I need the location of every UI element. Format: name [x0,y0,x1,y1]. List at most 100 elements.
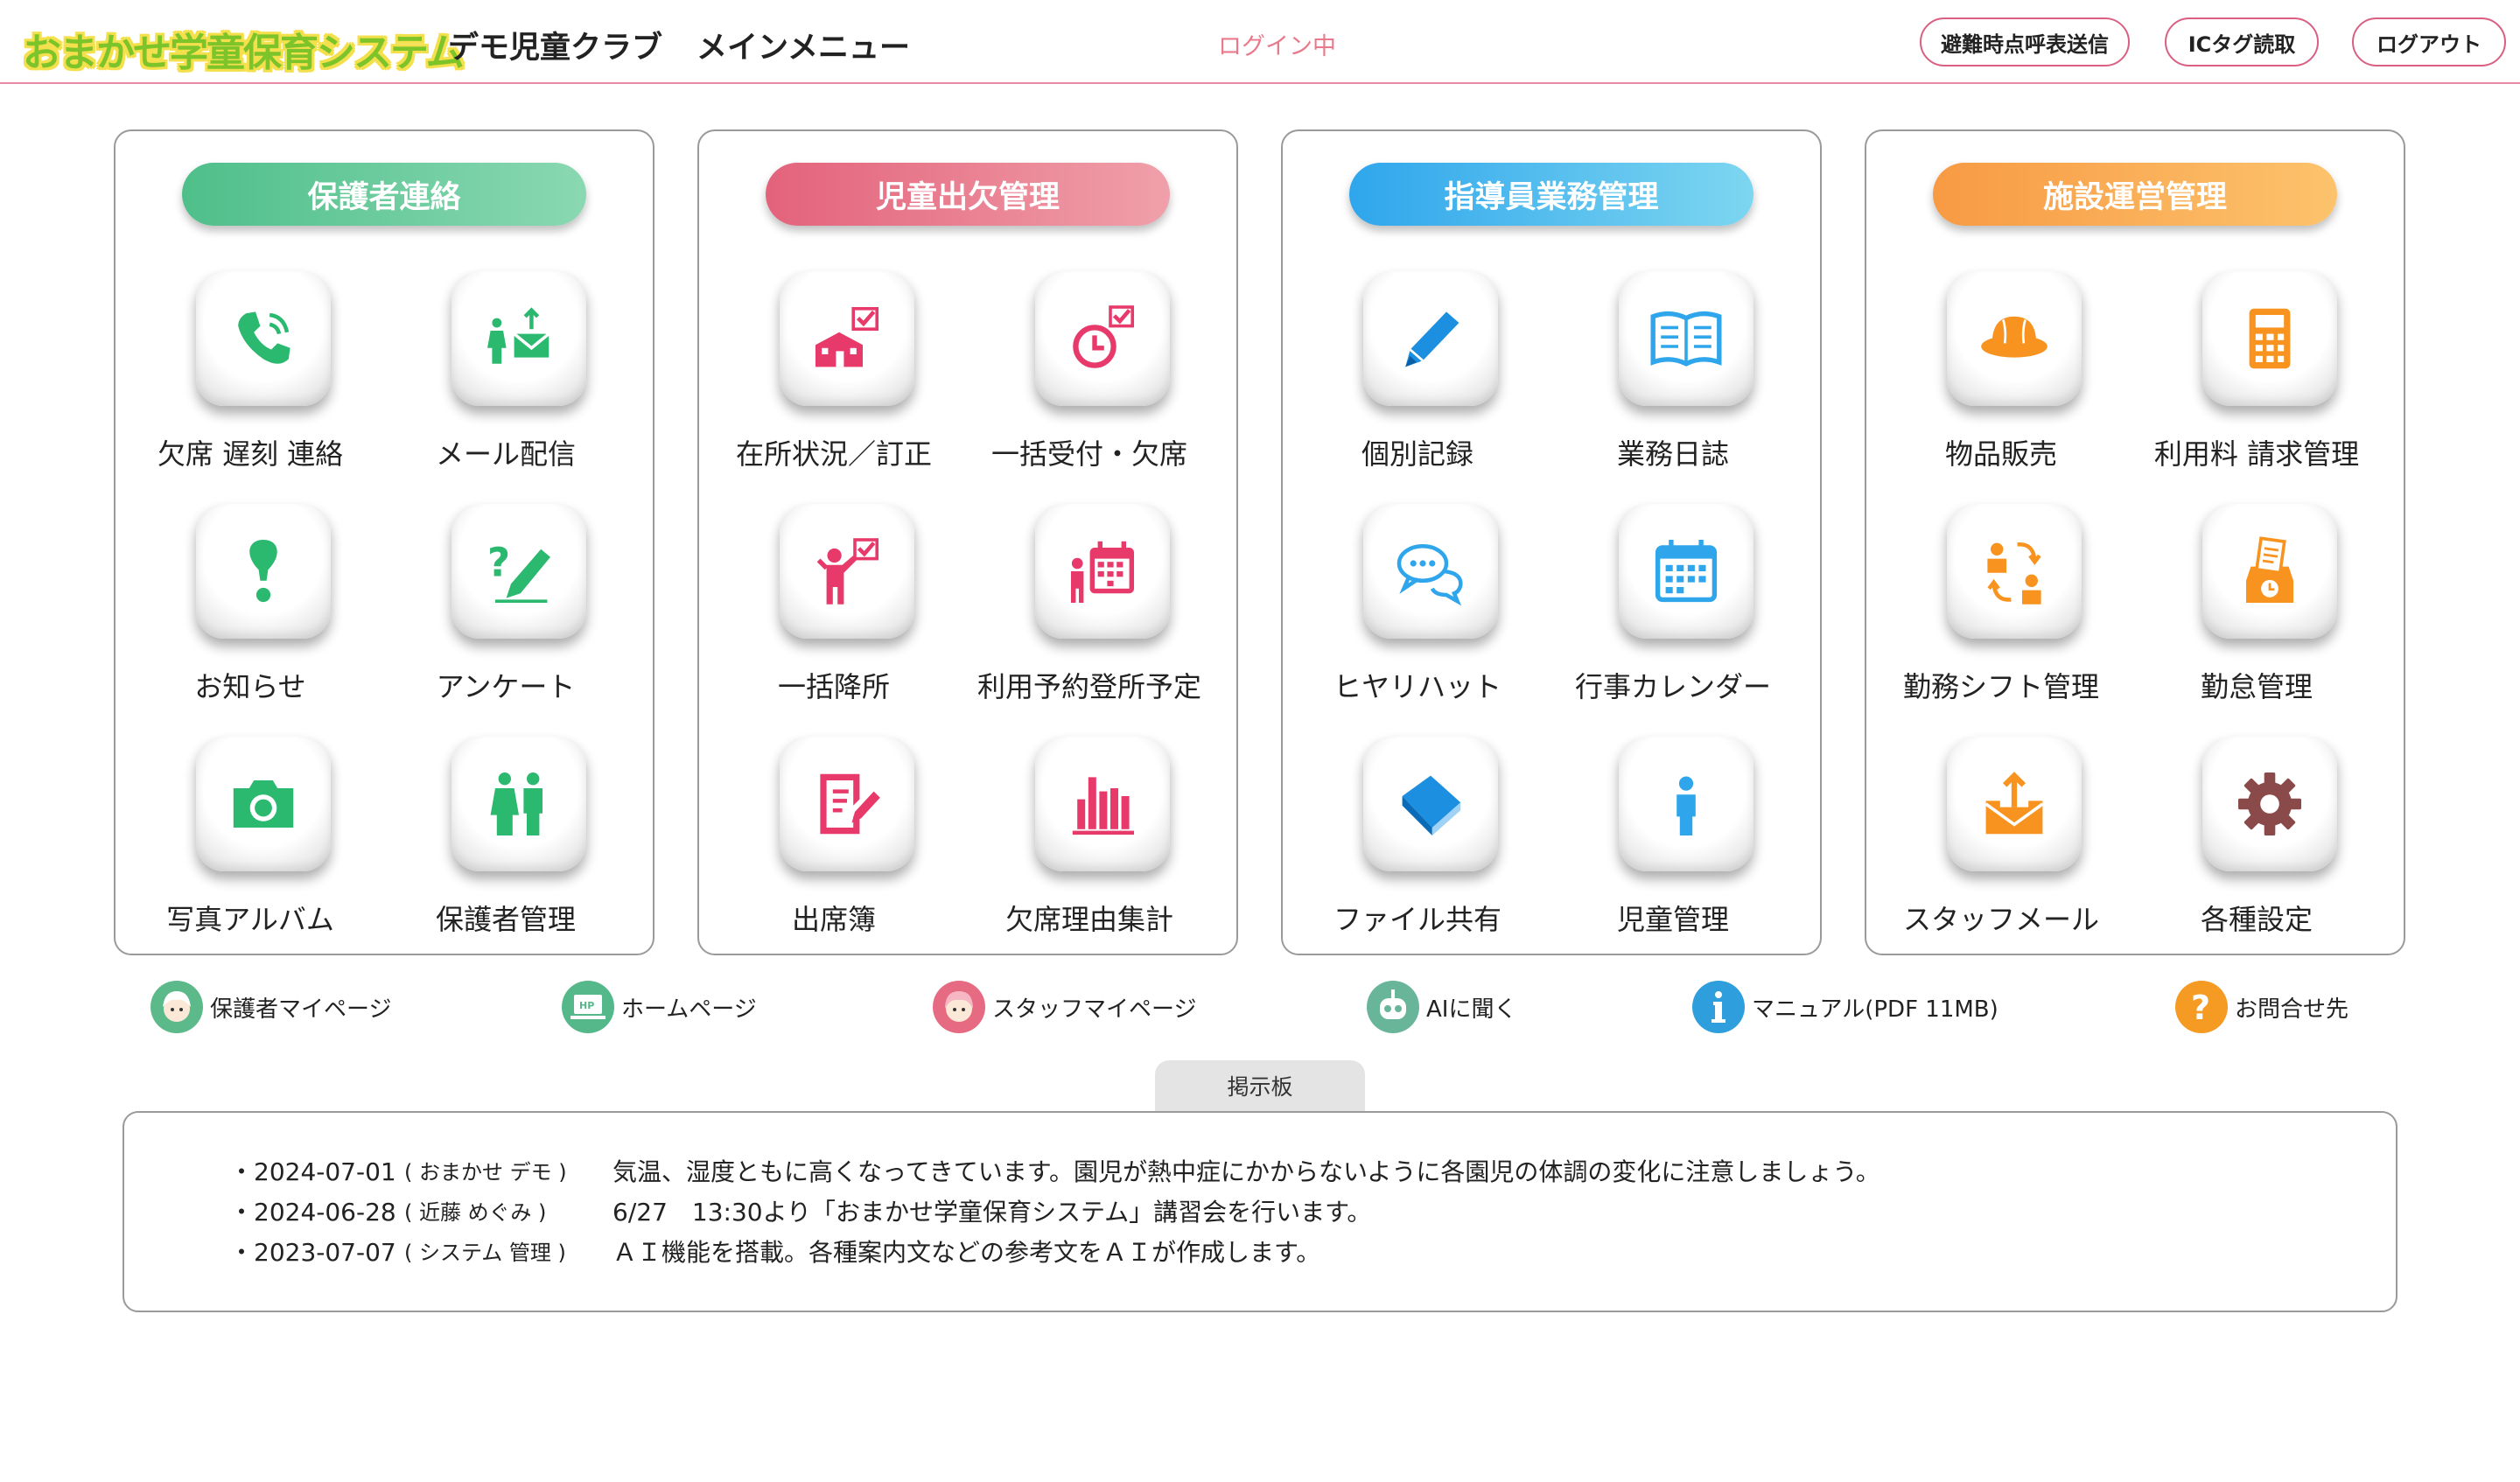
menu-bulk-dismissal[interactable]: 一括降所 [706,504,962,723]
header-bar: おまかせ学童保育システム デモ児童クラブ メインメニュー ログイン中 避難時点呼… [0,0,2520,84]
mail-upload-icon[interactable] [1947,737,2082,871]
entry-date: ・2024-06-28 [229,1198,396,1227]
menu-label: ファイル共有 [1333,903,1502,936]
menu-label: 個別記録 [1361,437,1474,471]
menu-attendance-book[interactable]: 出席簿 [706,737,962,955]
menu-mail-delivery[interactable]: メール配信 [378,271,634,490]
svg-text:?: ? [2191,989,2210,1027]
menu-staff-mail[interactable]: スタッフメール [1873,737,2129,955]
app-logo[interactable]: おまかせ学童保育システム [23,21,465,77]
parent-face-icon [150,981,203,1033]
link-ask-ai[interactable]: AIに聞く [1367,980,1516,1034]
mail-parents-icon[interactable] [452,271,586,406]
entry-author: ( おまかせ デモ ) [404,1160,567,1185]
chat-bubbles-icon[interactable] [1363,504,1498,639]
time-card-icon[interactable] [2202,504,2337,639]
calendar-person-icon[interactable] [1035,504,1170,639]
menu-label: 一括降所 [777,670,890,703]
panel-staff-work: 指導員業務管理 個別記録 業務日誌 ヒヤリハット 行事カレンダー ファイル共有 … [1281,129,1822,955]
robot-icon [1367,981,1419,1033]
menu-label: スタッフメール [1902,903,2099,936]
exclamation-icon[interactable] [196,504,331,639]
open-book-icon[interactable] [1619,271,1754,406]
link-label: スタッフマイページ [992,996,1197,1023]
shift-swap-icon[interactable] [1947,504,2082,639]
menu-goods-sales[interactable]: 物品販売 [1873,271,2129,490]
menu-bulk-reception[interactable]: 一括受付・欠席 [962,271,1217,490]
link-label: 保護者マイページ [210,996,392,1023]
bulletin-board: ・2024-07-01 ( おまかせ デモ ) 気温、湿度ともに高くなってきてい… [122,1111,2398,1312]
bulletin-entry: ・2023-07-07 ( システム 管理 ) ＡＩ機能を搭載。各種案内文などの… [229,1234,1320,1269]
menu-label: 勤怠管理 [2200,670,2313,703]
menu-child-management[interactable]: 児童管理 [1545,737,1801,955]
bulletin-entry: ・2024-07-01 ( おまかせ デモ ) 気温、湿度ともに高くなってきてい… [229,1153,1880,1188]
pencil-icon[interactable] [1363,271,1498,406]
menu-absence-stats[interactable]: 欠席理由集計 [962,737,1217,955]
menu-presence-status[interactable]: 在所状況／訂正 [706,271,962,490]
link-label: ホームページ [621,996,757,1023]
bulletin-entry: ・2024-06-28 ( 近藤 めぐみ ) 6/27 13:30より「おまかせ… [229,1193,1371,1228]
logout-button[interactable]: ログアウト [2352,17,2506,66]
menu-parent-management[interactable]: 保護者管理 [378,737,634,955]
entry-date: ・2023-07-07 [229,1238,396,1267]
bulletin-tab[interactable]: 掲示板 [1155,1060,1365,1111]
phone-icon[interactable] [196,271,331,406]
evacuation-rollcall-button[interactable]: 避難時点呼表送信 [1920,17,2130,66]
link-parent-mypage[interactable]: 保護者マイページ [150,980,391,1034]
panel-attendance: 児童出欠管理 在所状況／訂正 一括受付・欠席 一括降所 利用予約登所予定 出席簿 [697,129,1238,955]
book-icon[interactable] [1363,737,1498,871]
menu-label: お知らせ [194,670,306,703]
menu-reservation-schedule[interactable]: 利用予約登所予定 [962,504,1217,723]
gear-icon[interactable] [2202,737,2337,871]
link-manual-pdf[interactable]: マニュアル(PDF 11MB) [1692,980,1998,1034]
question-pencil-icon[interactable]: ? [452,504,586,639]
info-icon [1692,981,1745,1033]
calculator-icon[interactable] [2202,271,2337,406]
bar-chart-icon[interactable] [1035,737,1170,871]
link-contact[interactable]: ? お問合せ先 [2175,980,2348,1034]
entry-text: 6/27 13:30より「おまかせ学童保育システム」講習会を行います。 [612,1198,1372,1227]
hp-monitor-icon: HP [562,981,614,1033]
menu-attendance-management[interactable]: 勤怠管理 [2129,504,2384,723]
menu-label: 写真アルバム [166,903,334,936]
entry-author: ( 近藤 めぐみ ) [404,1200,547,1225]
link-homepage[interactable]: HP ホームページ [562,980,757,1034]
menu-event-calendar[interactable]: 行事カレンダー [1545,504,1801,723]
menu-billing[interactable]: 利用料 請求管理 [2129,271,2384,490]
panel-parent-contact: 保護者連絡 欠席 遅刻 連絡 メール配信 お知らせ ? アンケート 写真アルバム… [114,129,654,955]
menu-label: 利用料 請求管理 [2153,437,2360,471]
entry-author: ( システム 管理 ) [404,1241,566,1265]
entry-date: ・2024-07-01 [229,1157,396,1186]
menu-work-diary[interactable]: 業務日誌 [1545,271,1801,490]
login-status: ログイン中 [1218,33,1336,60]
club-name: デモ児童クラブ [448,31,663,66]
document-edit-icon[interactable] [780,737,914,871]
ic-tag-read-button[interactable]: ICタグ読取 [2165,17,2319,66]
menu-individual-record[interactable]: 個別記録 [1290,271,1545,490]
school-check-icon[interactable] [780,271,914,406]
menu-file-share[interactable]: ファイル共有 [1290,737,1545,955]
panel-title: 児童出欠管理 [766,163,1170,226]
clock-check-icon[interactable] [1035,271,1170,406]
staff-face-icon [933,981,985,1033]
menu-notice[interactable]: お知らせ [122,504,378,723]
menu-label: 行事カレンダー [1574,670,1771,703]
panel-title: 保護者連絡 [182,163,586,226]
menu-photo-album[interactable]: 写真アルバム [122,737,378,955]
school-hat-icon[interactable] [1947,271,2082,406]
camera-icon[interactable] [196,737,331,871]
menu-near-miss[interactable]: ヒヤリハット [1290,504,1545,723]
menu-absence-contact[interactable]: 欠席 遅刻 連絡 [122,271,378,490]
link-staff-mypage[interactable]: スタッフマイページ [933,980,1196,1034]
menu-label: 在所状況／訂正 [735,437,932,471]
child-check-icon[interactable] [780,504,914,639]
menu-label: 児童管理 [1616,903,1729,936]
parents-icon[interactable] [452,737,586,871]
child-icon[interactable] [1619,737,1754,871]
calendar-icon[interactable] [1619,504,1754,639]
menu-settings[interactable]: 各種設定 [2129,737,2384,955]
menu-shift-management[interactable]: 勤務シフト管理 [1873,504,2129,723]
menu-label: 保護者管理 [435,903,576,936]
menu-survey[interactable]: ? アンケート [378,504,634,723]
menu-label: 利用予約登所予定 [976,670,1201,703]
